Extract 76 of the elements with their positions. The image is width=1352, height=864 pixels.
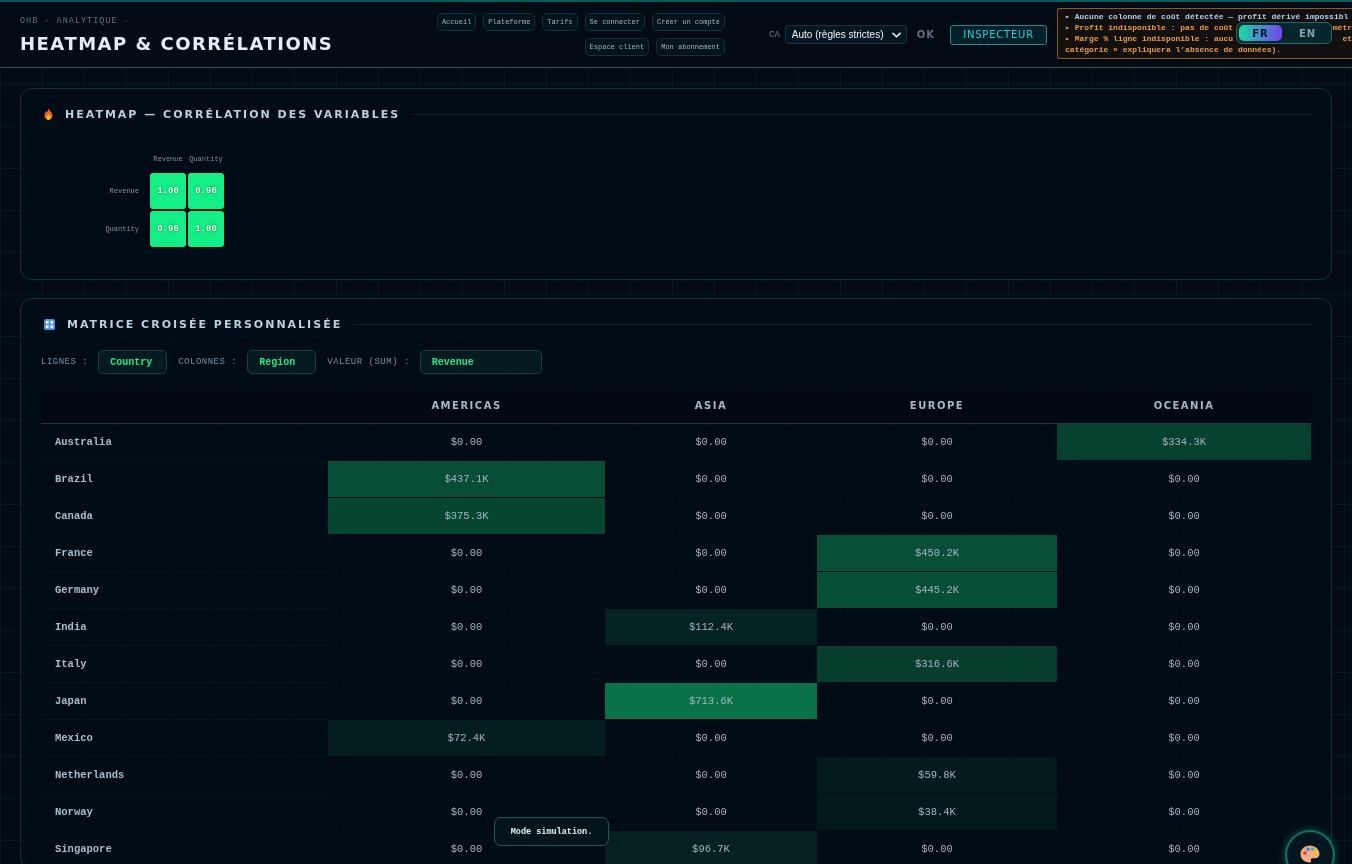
table-cell: $0.00	[1057, 757, 1311, 794]
table-cell: $437.1K	[328, 461, 605, 498]
breadcrumb-text: OHB · ANALYTIQUE ·	[20, 14, 131, 27]
field-label: CA	[769, 29, 780, 40]
table-cell: $0.00	[1057, 572, 1311, 609]
table-cell: $0.00	[1057, 646, 1311, 683]
table-cell: $0.00	[605, 424, 817, 461]
table-cell: $0.00	[328, 646, 605, 683]
row-label: Australia	[41, 424, 328, 461]
row-label: Germany	[41, 572, 328, 609]
language-option[interactable]: EN	[1286, 25, 1329, 41]
language-option[interactable]: FR	[1239, 25, 1282, 41]
table-cell: $0.00	[1057, 794, 1311, 831]
table-cell: $38.4K	[817, 794, 1057, 831]
table-cell: $0.00	[1057, 720, 1311, 757]
table-cell: $0.00	[328, 757, 605, 794]
row-label: France	[41, 535, 328, 572]
table-cell: $0.00	[328, 535, 605, 572]
table-cell: $0.00	[1057, 683, 1311, 720]
matrix-cell: 1.00	[150, 173, 186, 209]
chevron-down-icon	[891, 31, 901, 38]
table-cell: $96.7K	[605, 831, 817, 864]
table-cell: $0.00	[1057, 461, 1311, 498]
inspector-button[interactable]: INSPECTEUR	[950, 24, 1048, 45]
card-title: HEATMAP — CORRÉLATION DES VARIABLES	[65, 107, 401, 121]
row-label: Norway	[41, 794, 328, 831]
column-header: AMERICAS	[430, 398, 503, 413]
row-label: Netherlands	[41, 757, 328, 794]
table-cell: $316.6K	[817, 646, 1057, 683]
table-cell: $112.4K	[605, 609, 817, 646]
table-cell: $375.3K	[328, 498, 605, 535]
matrix-cell: 1.00	[188, 211, 224, 247]
column-header: EUROPE	[908, 398, 966, 413]
row-label: Singapore	[41, 831, 328, 864]
table-cell: $59.8K	[817, 757, 1057, 794]
notice-text: ▸ Aucune colonne de coût détectée — profit dérivé impossibl	[1065, 11, 1349, 22]
table-cell: $0.00	[605, 720, 817, 757]
select-field[interactable]: Revenue	[419, 350, 542, 374]
column-header: ASIA	[693, 398, 729, 413]
select-field[interactable]: Region	[247, 350, 317, 374]
mode-select[interactable]: Auto (règles strictes)	[784, 25, 907, 44]
flame-icon	[44, 108, 53, 120]
row-label: India	[41, 609, 328, 646]
matrix-cell: 0.96	[188, 173, 224, 209]
table-cell: $0.00	[817, 683, 1057, 720]
notice-text: catégorie » expliquera l’absence de données).	[1065, 44, 1282, 55]
status-text: OK	[916, 29, 936, 40]
table-cell: $0.00	[1057, 498, 1311, 535]
table-cell: $0.00	[817, 461, 1057, 498]
table-cell: $0.00	[605, 498, 817, 535]
card-title: MATRICE CROISÉE PERSONNALISÉE	[67, 317, 343, 331]
row-label: Japan	[41, 683, 328, 720]
notice-text: et	[1342, 33, 1352, 44]
table-cell: $445.2K	[817, 572, 1057, 609]
table-cell: $0.00	[328, 572, 605, 609]
select-field[interactable]: Country	[98, 350, 168, 374]
table-cell: $334.3K	[1057, 424, 1311, 461]
column-header: OCEANIA	[1152, 398, 1216, 413]
palette-icon	[1300, 845, 1320, 863]
field-label: VALEUR (SUM) :	[327, 357, 410, 367]
notice-text: ▸ Profit indisponible : pas de coût	[1065, 22, 1234, 33]
table-cell: $0.00	[1057, 535, 1311, 572]
row-label: Italy	[41, 646, 328, 683]
notice-text: métr	[1332, 22, 1352, 33]
table-cell: $0.00	[605, 461, 817, 498]
page-title: HEATMAP & CORRÉLATIONS	[20, 32, 335, 55]
field-label: COLONNES :	[178, 357, 238, 367]
notice-text: ▸ Marge % ligne indisponible : aucu	[1065, 33, 1234, 44]
table-cell: $0.00	[817, 831, 1057, 864]
table-cell: $713.6K	[605, 683, 817, 720]
table-cell: $450.2K	[817, 535, 1057, 572]
table-cell: $72.4K	[328, 720, 605, 757]
field-label: LIGNES :	[41, 357, 89, 367]
matrix-cell: 0.96	[150, 211, 186, 247]
grid-tile-icon	[44, 318, 55, 330]
table-cell: $0.00	[1057, 609, 1311, 646]
